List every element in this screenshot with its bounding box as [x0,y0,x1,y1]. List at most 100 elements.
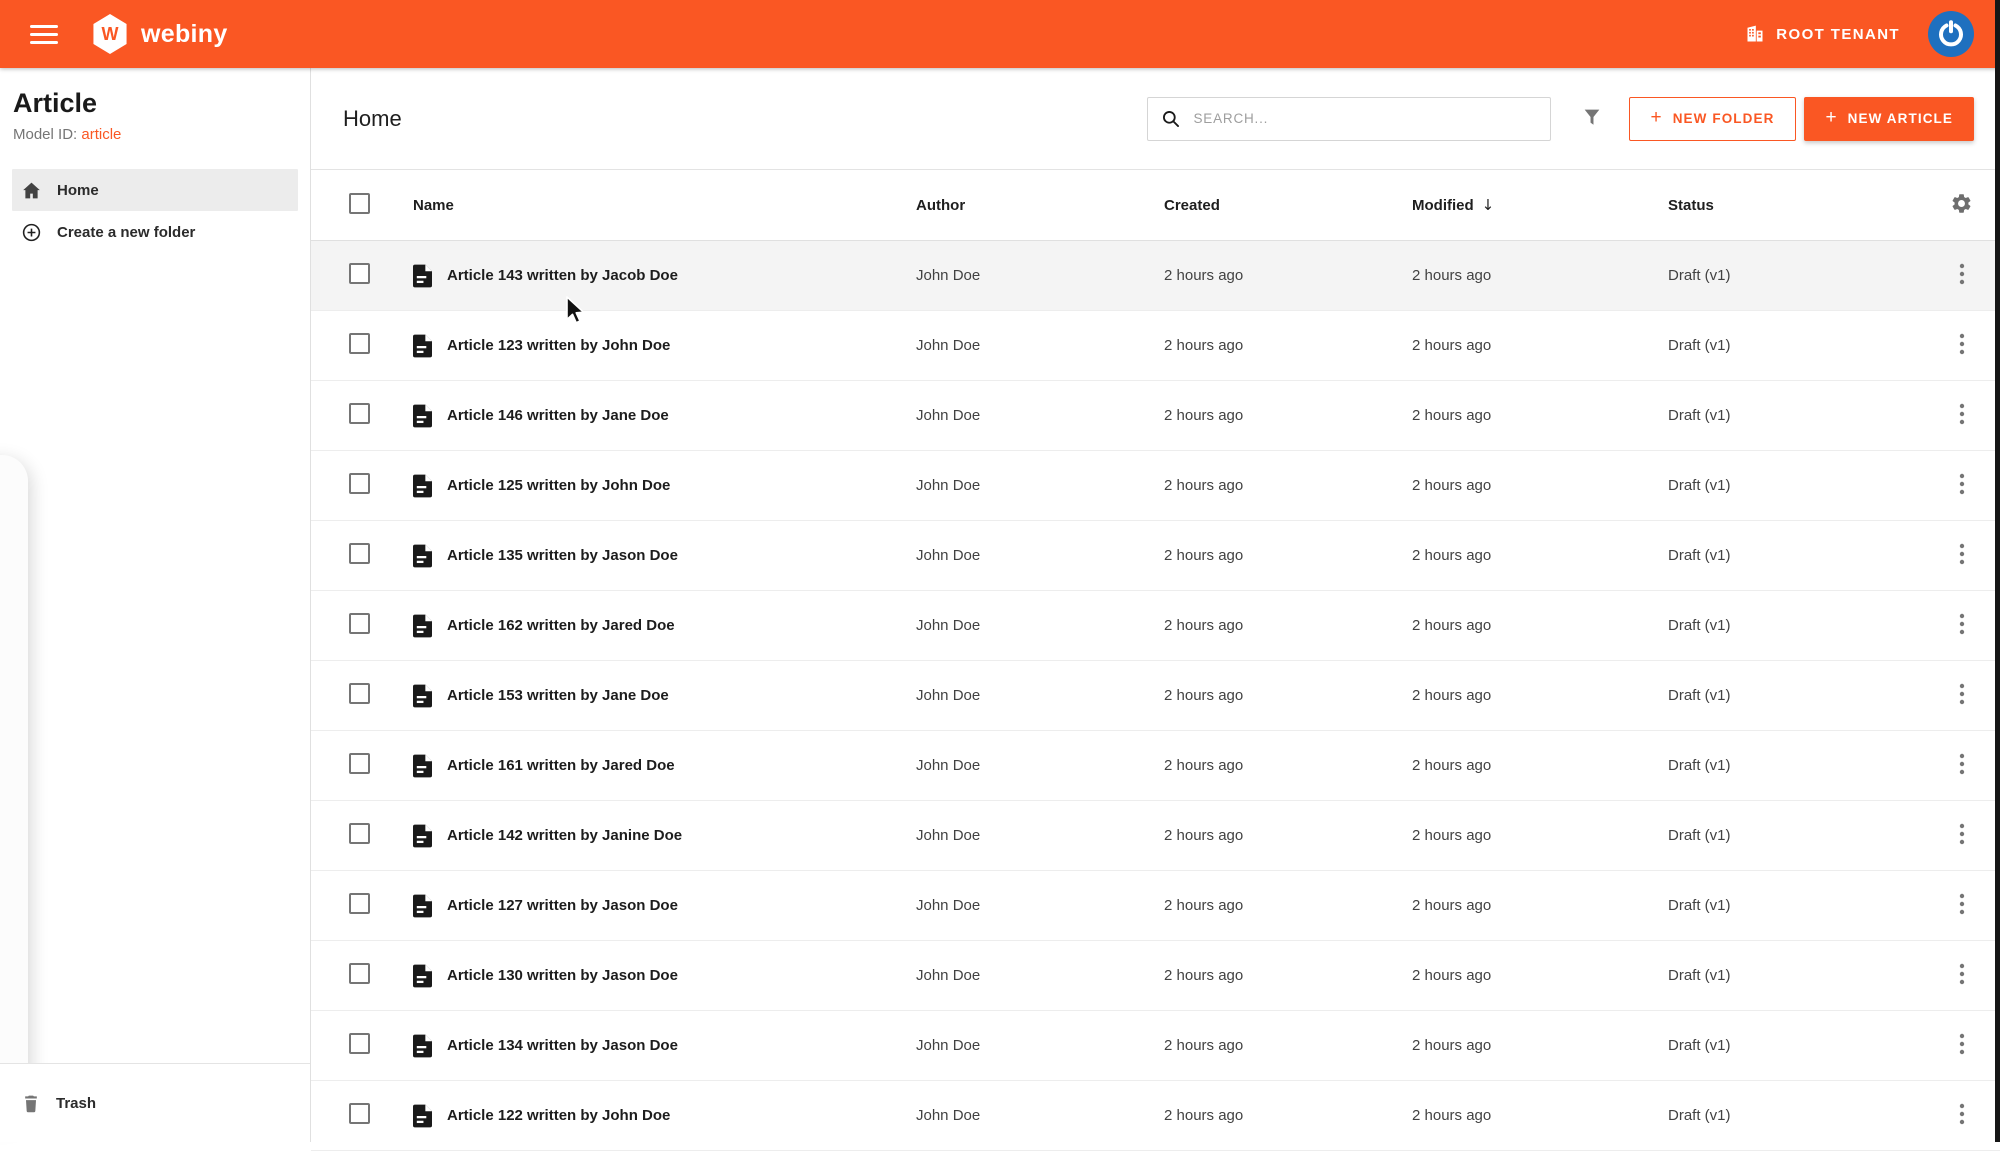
row-menu-button[interactable] [1955,398,1969,433]
row-checkbox[interactable] [349,473,370,494]
select-all-checkbox[interactable] [349,192,370,214]
row-checkbox[interactable] [349,1033,370,1054]
entry-title[interactable]: Article 123 written by John Doe [447,337,670,354]
entry-modified: 2 hours ago [1412,1037,1492,1054]
file-icon [413,1034,432,1058]
column-header-author[interactable]: Author [916,197,1164,214]
entry-title[interactable]: Article 146 written by Jane Doe [447,407,669,424]
table-row[interactable]: Article 135 written by Jason Doe John Do… [311,521,2000,591]
table-row[interactable]: Article 122 written by John Doe John Doe… [311,1081,2000,1151]
row-menu-button[interactable] [1955,888,1969,923]
entry-title[interactable]: Article 127 written by Jason Doe [447,897,678,914]
entry-title[interactable]: Article 142 written by Janine Doe [447,827,682,844]
new-article-button[interactable]: + NEW ARTICLE [1804,96,1974,141]
plus-circle-icon [22,223,41,241]
file-icon [413,754,432,778]
sidebar: Article Model ID: article Home Create a … [0,68,311,1142]
kebab-menu-icon [1959,543,1964,565]
column-header-created[interactable]: Created [1164,197,1412,214]
row-checkbox[interactable] [349,333,370,354]
row-checkbox[interactable] [349,823,370,844]
entry-modified: 2 hours ago [1412,267,1492,284]
table-row[interactable]: Article 143 written by Jacob Doe John Do… [311,241,2000,311]
file-icon [413,964,432,988]
plus-icon: + [1825,107,1838,128]
column-header-modified[interactable]: Modified ↓ [1412,196,1668,214]
row-menu-button[interactable] [1955,468,1969,503]
table-settings-button[interactable] [1946,188,1977,222]
kebab-menu-icon [1959,403,1964,425]
row-menu-button[interactable] [1955,1028,1969,1063]
row-menu-button[interactable] [1955,678,1969,713]
gear-icon [1952,194,1971,213]
entry-status: Draft (v1) [1668,967,1731,984]
entry-status: Draft (v1) [1668,687,1731,704]
row-menu-button[interactable] [1955,258,1969,293]
entry-modified: 2 hours ago [1412,407,1492,424]
entry-created: 2 hours ago [1164,967,1244,984]
search-input[interactable] [1191,110,1537,127]
table-row[interactable]: Article 153 written by Jane Doe John Doe… [311,661,2000,731]
entry-title[interactable]: Article 130 written by Jason Doe [447,967,678,984]
table-row[interactable]: Article 134 written by Jason Doe John Do… [311,1011,2000,1081]
row-checkbox[interactable] [349,683,370,704]
entry-created: 2 hours ago [1164,827,1244,844]
window-edge-scrollbar[interactable] [1995,0,2000,1142]
entry-author: John Doe [916,337,981,354]
row-menu-button[interactable] [1955,608,1969,643]
entry-title[interactable]: Article 135 written by Jason Doe [447,547,678,564]
table-row[interactable]: Article 146 written by Jane Doe John Doe… [311,381,2000,451]
entry-title[interactable]: Article 153 written by Jane Doe [447,687,669,704]
entry-created: 2 hours ago [1164,337,1244,354]
row-checkbox[interactable] [349,263,370,284]
sidebar-item-home[interactable]: Home [12,169,298,211]
kebab-menu-icon [1959,473,1964,495]
trash-icon [25,1095,37,1112]
entry-author: John Doe [916,827,981,844]
table-row[interactable]: Article 125 written by John Doe John Doe… [311,451,2000,521]
table-row[interactable]: Article 142 written by Janine Doe John D… [311,801,2000,871]
filter-button[interactable] [1577,102,1607,135]
home-icon [23,182,40,198]
entry-status: Draft (v1) [1668,757,1731,774]
entry-title[interactable]: Article 122 written by John Doe [447,1107,670,1124]
entry-created: 2 hours ago [1164,407,1244,424]
row-menu-button[interactable] [1955,748,1969,783]
model-title: Article [13,88,98,118]
table-row[interactable]: Article 123 written by John Doe John Doe… [311,311,2000,381]
kebab-menu-icon [1959,823,1964,845]
row-checkbox[interactable] [349,893,370,914]
entry-title[interactable]: Article 143 written by Jacob Doe [447,267,678,284]
row-menu-button[interactable] [1955,958,1969,993]
tenant-selector[interactable]: ROOT TENANT [1745,24,1900,44]
entry-title[interactable]: Article 125 written by John Doe [447,477,670,494]
row-checkbox[interactable] [349,1103,370,1124]
table-row[interactable]: Article 130 written by Jason Doe John Do… [311,941,2000,1011]
entry-title[interactable]: Article 134 written by Jason Doe [447,1037,678,1054]
row-checkbox[interactable] [349,753,370,774]
entry-author: John Doe [916,967,981,984]
row-checkbox[interactable] [349,963,370,984]
menu-button[interactable] [26,14,62,55]
model-id: Model ID: article [13,126,122,143]
row-menu-button[interactable] [1955,328,1969,363]
column-header-status[interactable]: Status [1668,197,1929,214]
sidebar-item-create-folder[interactable]: Create a new folder [12,211,298,253]
avatar[interactable] [1928,11,1974,57]
table-row[interactable]: Article 161 written by Jared Doe John Do… [311,731,2000,801]
row-checkbox[interactable] [349,543,370,564]
entry-created: 2 hours ago [1164,547,1244,564]
column-header-name[interactable]: Name [413,197,916,214]
model-id-value[interactable]: article [81,126,121,143]
sidebar-item-trash[interactable]: Trash [12,1082,105,1124]
table-row[interactable]: Article 162 written by Jared Doe John Do… [311,591,2000,661]
row-checkbox[interactable] [349,403,370,424]
entry-title[interactable]: Article 161 written by Jared Doe [447,757,675,774]
row-checkbox[interactable] [349,613,370,634]
row-menu-button[interactable] [1955,818,1969,853]
row-menu-button[interactable] [1955,538,1969,573]
row-menu-button[interactable] [1955,1098,1969,1133]
new-folder-button[interactable]: + NEW FOLDER [1628,96,1797,141]
table-row[interactable]: Article 127 written by Jason Doe John Do… [311,871,2000,941]
entry-title[interactable]: Article 162 written by Jared Doe [447,617,675,634]
